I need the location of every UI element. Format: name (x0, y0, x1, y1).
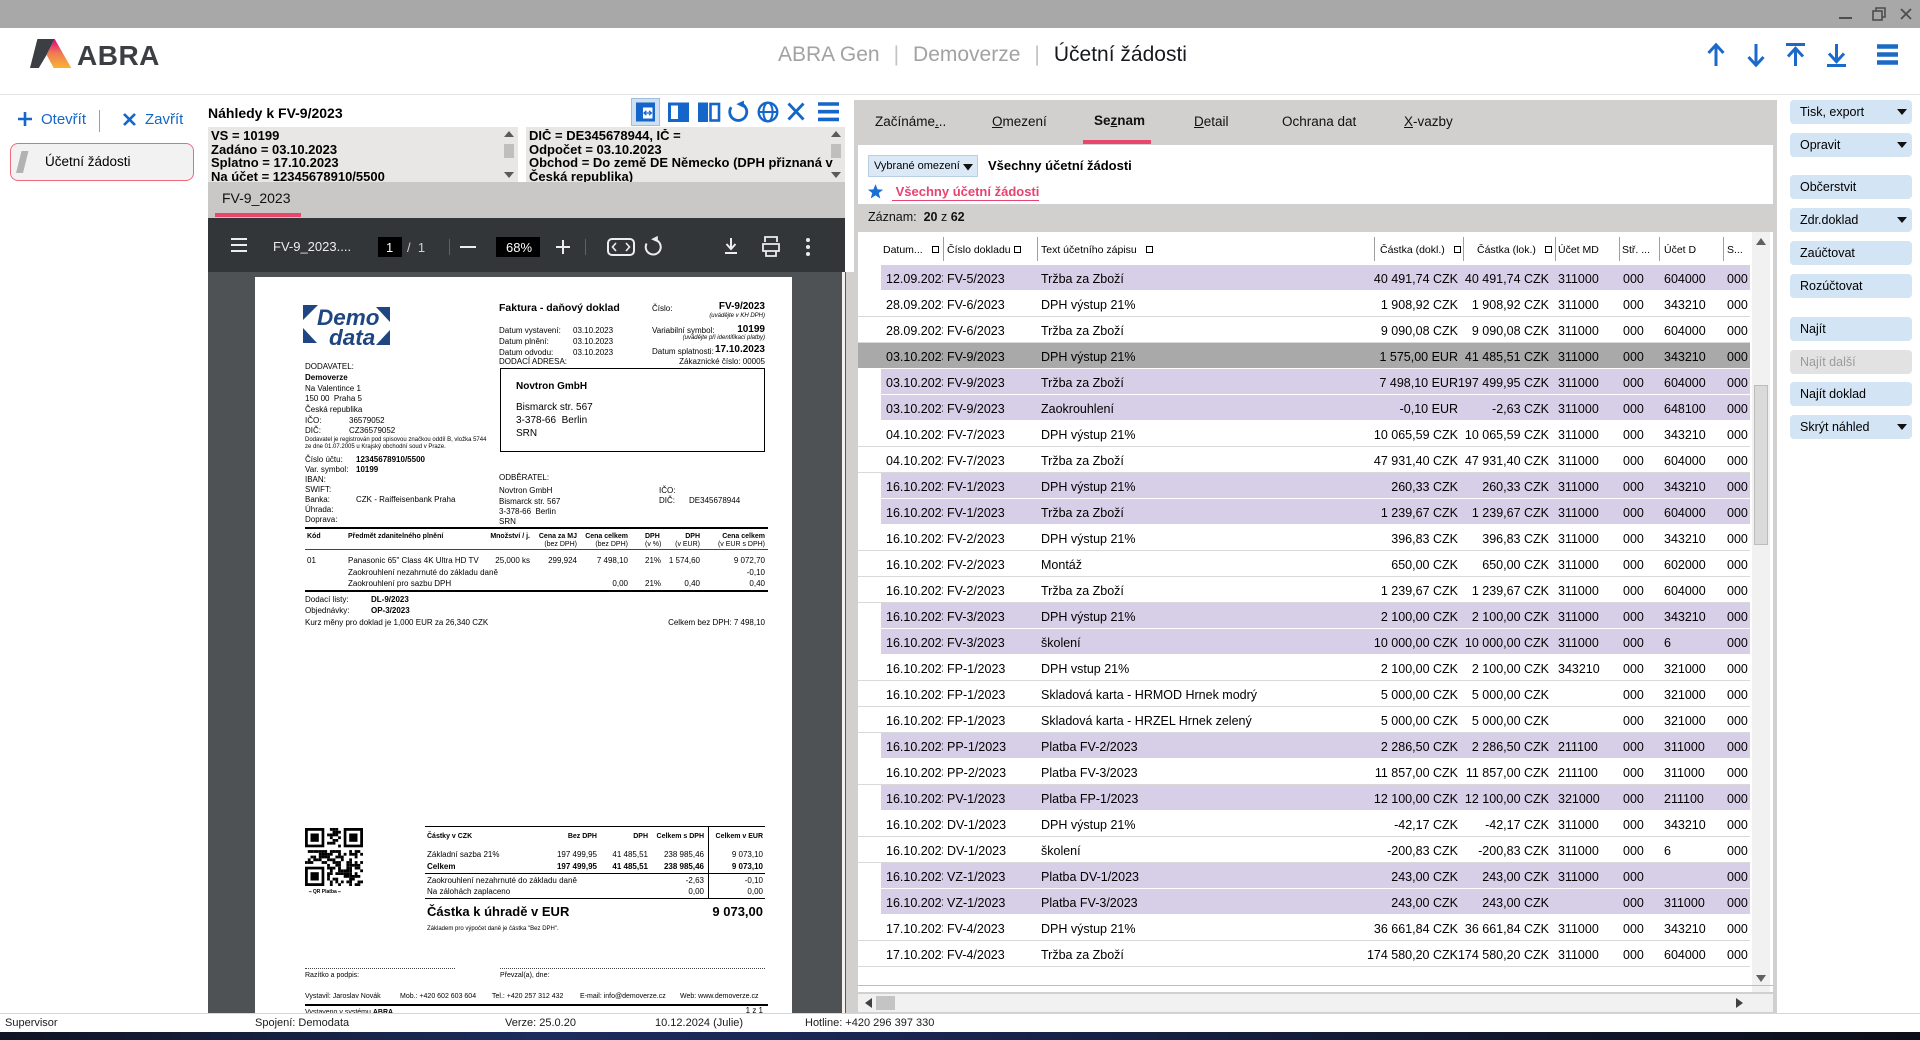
svg-text:data: data (329, 325, 375, 349)
